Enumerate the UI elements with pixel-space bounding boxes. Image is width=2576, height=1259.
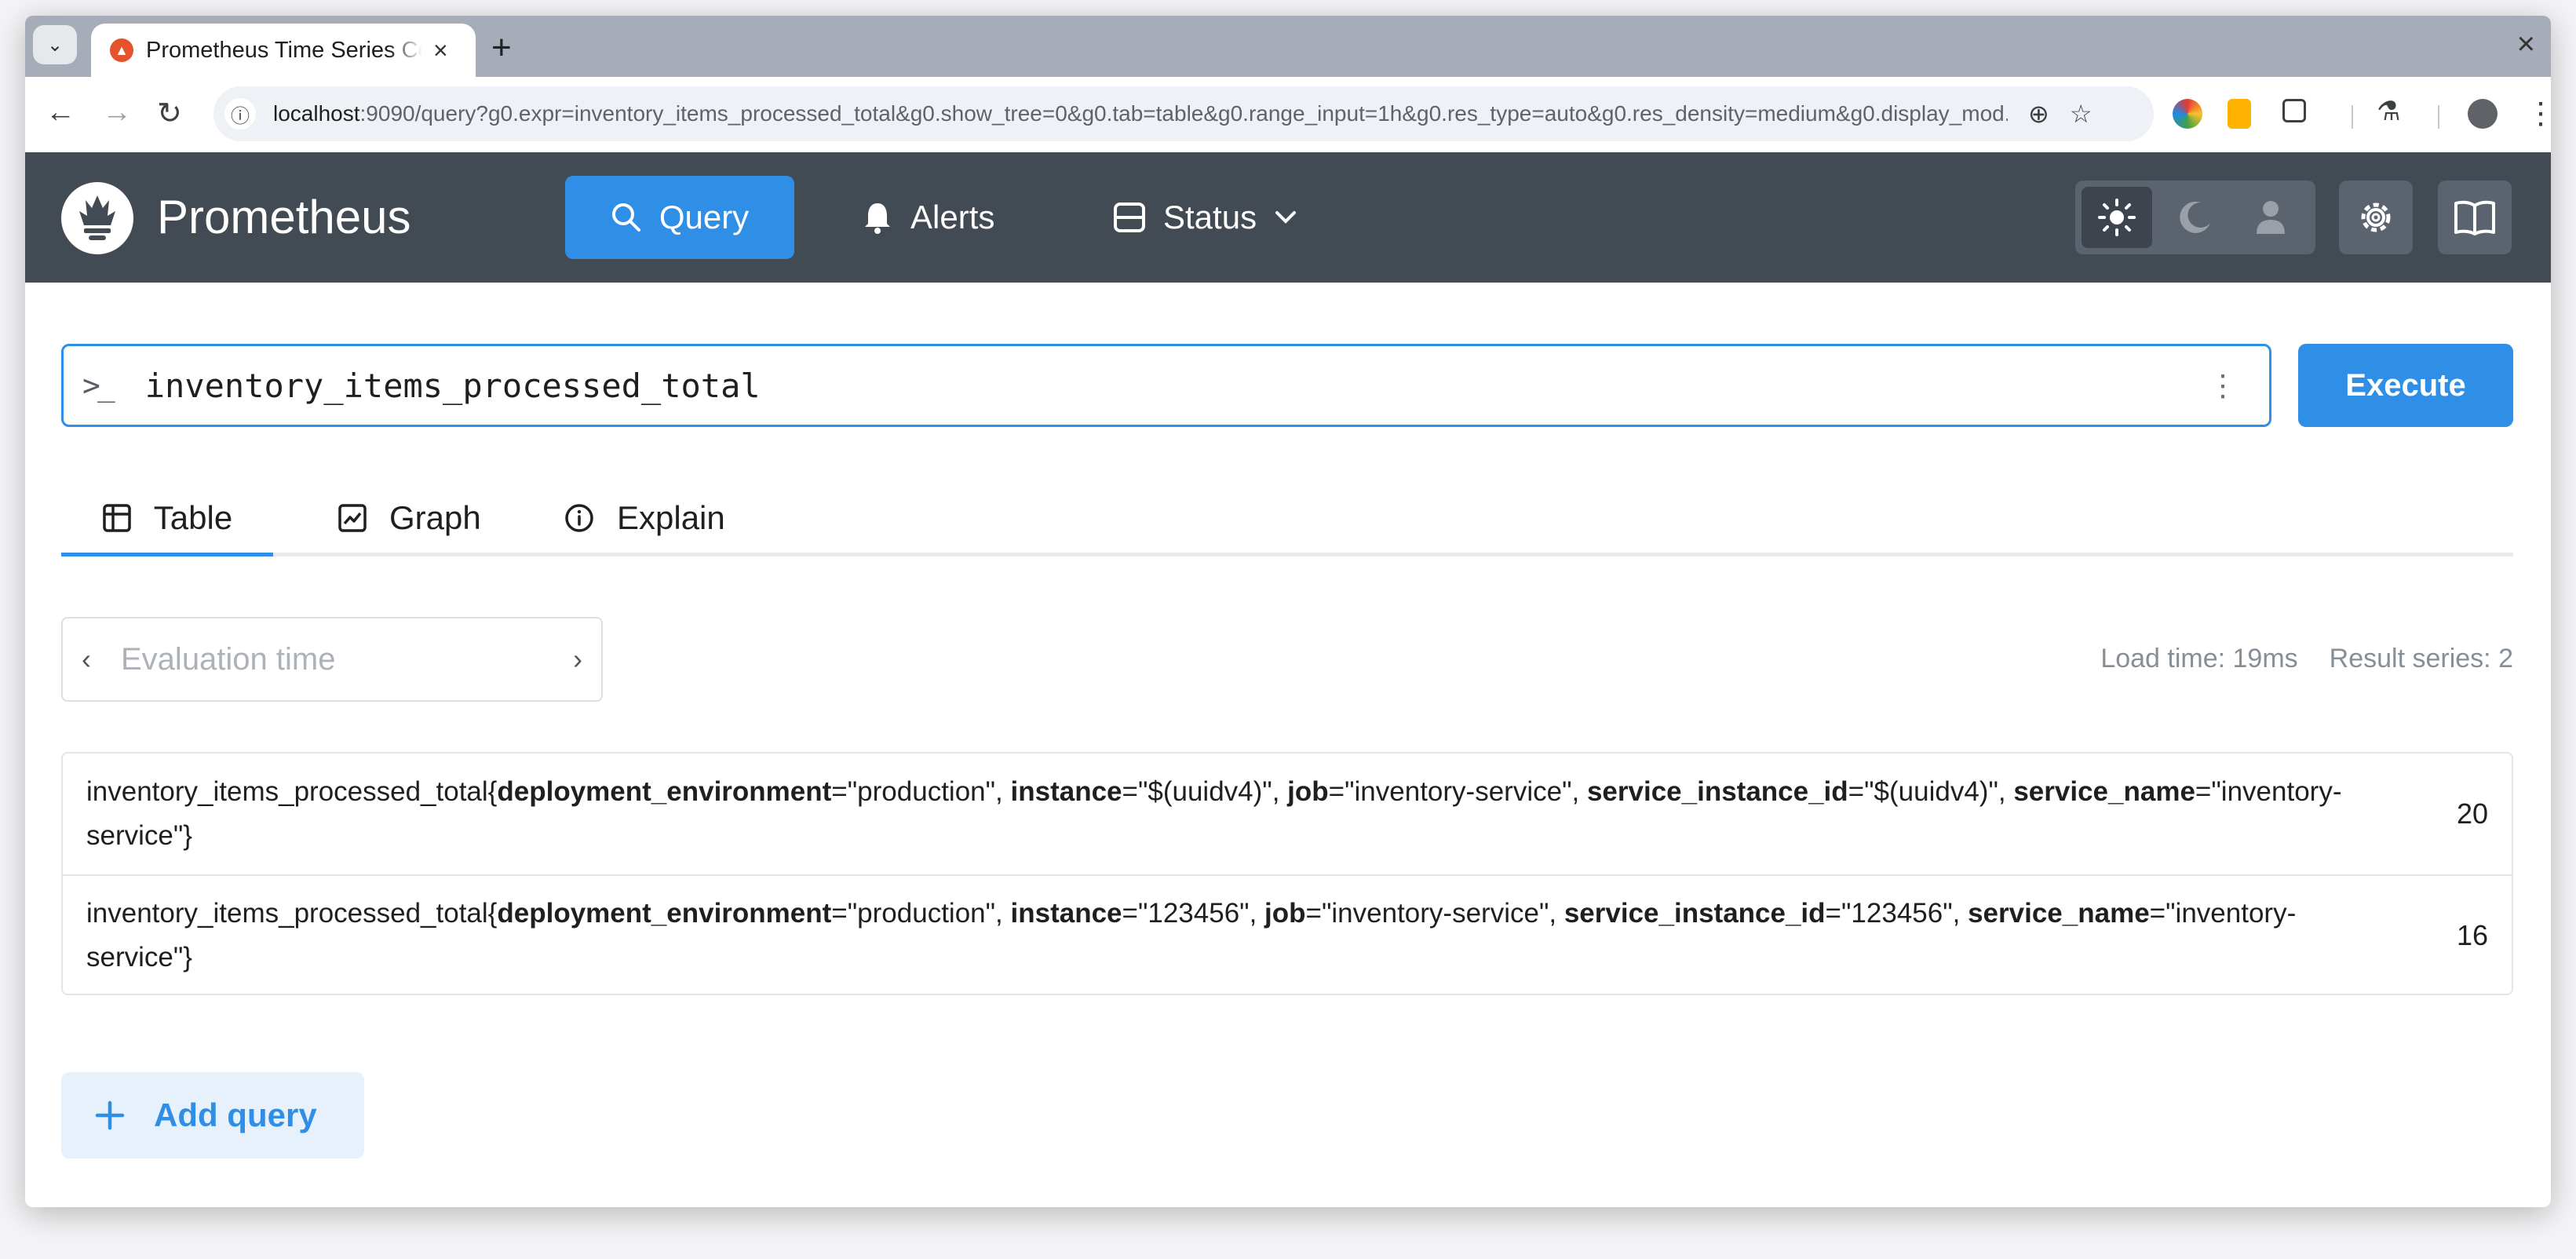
extensions-puzzle-icon[interactable] (2282, 99, 2306, 122)
nav-alerts-button[interactable]: Alerts (862, 176, 994, 259)
tab-explain-label: Explain (617, 499, 725, 536)
zoom-icon[interactable]: ⊕ (2028, 99, 2049, 129)
label-name: job (1287, 776, 1329, 807)
auto-theme-user-icon[interactable] (2235, 187, 2306, 248)
table-row: inventory_items_processed_total{deployme… (63, 754, 2512, 874)
label-name: instance (1010, 898, 1122, 929)
profile-avatar-icon[interactable] (2468, 99, 2498, 129)
new-tab-icon[interactable]: + (491, 28, 512, 68)
nav-status-label: Status (1163, 199, 1257, 235)
sample-value: 20 (2456, 797, 2488, 830)
browser-toolbar: ← → ↻ ⓘ localhost:9090/query?g0.expr=inv… (25, 77, 2551, 152)
label-name: service_name (1968, 898, 2150, 929)
results-table: inventory_items_processed_total{deployme… (61, 752, 2513, 995)
nav-alerts-label: Alerts (910, 199, 995, 235)
url-path: :9090/query?g0.expr=inventory_items_proc… (359, 101, 2008, 126)
forward-arrow-icon[interactable]: → (102, 96, 132, 130)
tab-table-label: Table (153, 499, 233, 536)
extension-color-icon[interactable] (2173, 99, 2202, 129)
execute-button[interactable]: Execute (2298, 344, 2513, 427)
label-name: instance (1010, 776, 1122, 807)
brand-name[interactable]: Prometheus (157, 190, 411, 244)
tab-graph-label: Graph (389, 499, 481, 536)
series-label: inventory_items_processed_total{deployme… (86, 898, 2297, 973)
bookmark-star-icon[interactable]: ☆ (2070, 99, 2093, 129)
series-label: inventory_items_processed_total{deployme… (86, 776, 2342, 851)
reload-icon[interactable]: ↻ (157, 96, 182, 131)
bell-icon (865, 203, 890, 234)
settings-gear-icon[interactable] (2339, 181, 2413, 254)
nav-status-dropdown[interactable]: Status (1113, 176, 1297, 259)
nav-query-button[interactable]: Query (565, 176, 794, 259)
tab-table[interactable]: Table (61, 484, 273, 557)
label-name: deployment_environment (497, 776, 832, 807)
toolbar-divider (2438, 105, 2439, 129)
expression-input[interactable]: >_ inventory_items_processed_total ⋮ (61, 344, 2271, 427)
chevron-down-icon (1275, 211, 1297, 224)
panel-tabs: Table Graph Explain (61, 484, 2513, 557)
back-arrow-icon[interactable]: ← (46, 96, 75, 130)
tab-graph[interactable]: Graph (338, 484, 481, 553)
labs-flask-icon[interactable]: ⚗ (2377, 96, 2400, 127)
info-icon (565, 504, 593, 532)
metric-name: inventory_items_processed_total (86, 898, 488, 929)
prometheus-favicon-icon: ▲ (110, 38, 133, 62)
label-value: "$(uuidv4)" (1864, 776, 1998, 807)
add-query-label: Add query (154, 1097, 317, 1133)
tab-close-icon[interactable]: × (433, 36, 448, 65)
url-host: localhost (273, 101, 360, 126)
evaluation-time-input[interactable]: Evaluation time (121, 642, 554, 677)
docs-book-icon[interactable] (2438, 181, 2512, 254)
browser-tab[interactable]: ▲ Prometheus Time Series Collection and … (91, 24, 476, 77)
chevron-left-icon[interactable]: ‹ (63, 643, 110, 676)
browser-window: ⌄ ▲ Prometheus Time Series Collection an… (25, 16, 2551, 1207)
chevron-right-icon[interactable]: › (554, 643, 601, 676)
result-series-count: Result series: 2 (2329, 644, 2513, 673)
browser-tab-title: Prometheus Time Series Collection and Pr… (146, 37, 422, 63)
app-header: Prometheus Query Alerts Status (25, 152, 2551, 283)
label-name: service_instance_id (1586, 776, 1848, 807)
graph-icon (338, 504, 367, 532)
plus-icon (95, 1100, 125, 1130)
tab-explain[interactable]: Explain (564, 484, 725, 553)
label-value: "inventory-service" (1345, 776, 1572, 807)
terminal-prompt-icon: >_ (82, 368, 115, 403)
light-theme-sun-icon[interactable] (2082, 187, 2152, 248)
label-value: "$(uuidv4)" (1137, 776, 1272, 807)
query-stats: Load time: 19ms Result series: 2 (2100, 644, 2513, 674)
prometheus-logo-icon[interactable] (61, 182, 133, 254)
expression-text[interactable]: inventory_items_processed_total (145, 367, 2208, 405)
server-icon (1114, 203, 1145, 232)
label-name: job (1264, 898, 1306, 929)
sample-value: 16 (2456, 919, 2488, 951)
label-value: "123456" (1137, 898, 1250, 929)
label-value: "production" (847, 898, 996, 929)
toolbar-divider (2352, 105, 2353, 129)
label-value: "inventory-service" (1321, 898, 1549, 929)
label-value: "123456" (1841, 898, 1953, 929)
table-row: inventory_items_processed_total{deployme… (63, 874, 2512, 995)
tab-search-chevron-icon[interactable]: ⌄ (33, 25, 77, 64)
label-name: deployment_environment (497, 898, 832, 929)
nav-query-label: Query (659, 199, 750, 235)
label-value: "production" (847, 776, 996, 807)
theme-switcher (2075, 181, 2315, 254)
browser-menu-icon[interactable]: ⋮ (2526, 96, 2551, 131)
address-bar[interactable]: ⓘ localhost:9090/query?g0.expr=inventory… (213, 86, 2154, 141)
metric-name: inventory_items_processed_total (86, 776, 488, 807)
window-close-icon[interactable]: × (2517, 27, 2535, 62)
search-icon (611, 203, 640, 232)
table-icon (103, 504, 131, 532)
label-name: service_name (2013, 776, 2195, 807)
url-text[interactable]: localhost:9090/query?g0.expr=inventory_i… (273, 101, 2008, 126)
evaluation-time-picker: ‹ Evaluation time › (61, 617, 603, 702)
label-name: service_instance_id (1563, 898, 1826, 929)
load-time: Load time: 19ms (2100, 644, 2298, 673)
dark-theme-moon-icon[interactable] (2160, 187, 2231, 248)
site-info-icon[interactable]: ⓘ (224, 98, 256, 130)
extension-forward-icon[interactable] (2228, 99, 2251, 129)
browser-tabstrip: ⌄ ▲ Prometheus Time Series Collection an… (25, 16, 2551, 77)
more-options-icon[interactable]: ⋮ (2208, 368, 2238, 403)
add-query-button[interactable]: Add query (61, 1072, 364, 1159)
